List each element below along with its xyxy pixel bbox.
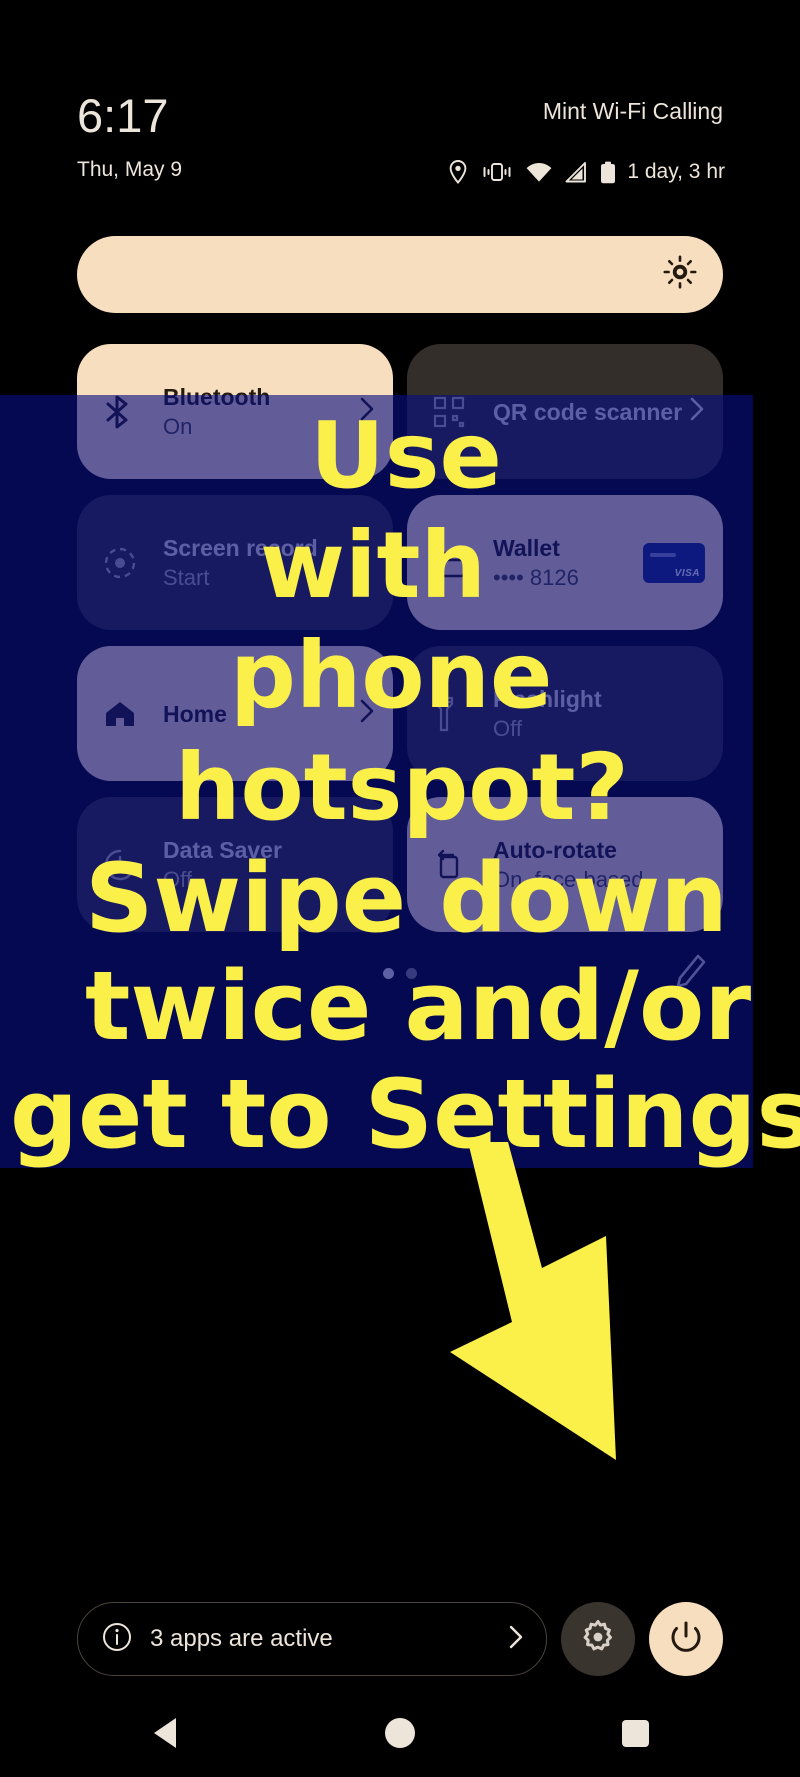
tile-auto-rotate[interactable]: Auto-rotate On, face-based: [407, 797, 723, 932]
tile-title: Data Saver: [163, 836, 282, 863]
tile-bluetooth[interactable]: Bluetooth On: [77, 344, 393, 479]
chevron-right-icon[interactable]: [359, 396, 375, 427]
cell-signal-icon: [565, 161, 587, 183]
page-dot-1[interactable]: [383, 968, 394, 979]
wallet-icon: [433, 548, 477, 578]
chevron-right-icon[interactable]: [359, 698, 375, 729]
brightness-slider[interactable]: [77, 236, 723, 313]
home-circle-icon: [384, 1718, 415, 1748]
tile-subtitle: On, face-based: [493, 866, 644, 892]
phone-quick-settings-panel: 6:17 Thu, May 9 Mint Wi-Fi Calling 1 day…: [47, 0, 753, 1777]
tile-subtitle: On: [163, 413, 193, 439]
power-icon: [669, 1620, 703, 1659]
system-navigation-bar: [47, 1700, 753, 1766]
tile-qr-code-scanner[interactable]: QR code scanner: [407, 344, 723, 479]
nav-home-button[interactable]: [340, 1703, 460, 1763]
tile-title: Flashlight: [493, 685, 602, 712]
tile-title: Screen record: [163, 534, 318, 561]
tile-home[interactable]: Home: [77, 646, 393, 781]
status-date: Thu, May 9: [77, 158, 183, 181]
back-triangle-icon: [153, 1718, 176, 1748]
bluetooth-icon: [103, 393, 147, 431]
tile-data-saver[interactable]: Data Saver Off: [77, 797, 393, 932]
tile-flashlight[interactable]: Flashlight Off: [407, 646, 723, 781]
nav-back-button[interactable]: [105, 1703, 225, 1763]
data-saver-icon: [103, 848, 147, 882]
battery-time-remaining: 1 day, 3 hr: [627, 160, 725, 183]
screen-record-icon: [103, 546, 147, 580]
status-bar: 6:17 Thu, May 9 Mint Wi-Fi Calling 1 day…: [47, 88, 753, 218]
battery-icon: [600, 161, 616, 184]
tile-title: Wallet: [493, 534, 560, 561]
brightness-auto-icon[interactable]: [663, 255, 697, 294]
carrier-label: Mint Wi-Fi Calling: [542, 98, 723, 124]
status-clock: 6:17: [77, 89, 169, 142]
tile-wallet[interactable]: Wallet •••• 8126 VISA: [407, 495, 723, 630]
recents-square-icon: [621, 1719, 649, 1747]
tile-title: Home: [163, 700, 227, 727]
tile-screen-record[interactable]: Screen record Start: [77, 495, 393, 630]
tile-subtitle: •••• 8126: [493, 564, 579, 590]
tile-title: QR code scanner: [493, 398, 683, 425]
auto-rotate-icon: [433, 849, 477, 881]
chevron-right-icon[interactable]: [508, 1624, 524, 1655]
page-indicator[interactable]: [47, 968, 753, 979]
screenshot-root: 6:17 Thu, May 9 Mint Wi-Fi Calling 1 day…: [0, 0, 800, 1777]
settings-button[interactable]: [561, 1602, 635, 1676]
quick-settings-footer: 3 apps are active: [77, 1602, 723, 1676]
pencil-icon[interactable]: [673, 952, 709, 997]
wifi-icon: [526, 162, 552, 183]
power-button[interactable]: [649, 1602, 723, 1676]
status-icon-group: 1 day, 3 hr: [448, 160, 725, 184]
info-icon: [102, 1622, 132, 1657]
page-dot-2[interactable]: [406, 968, 417, 979]
vibrate-icon: [481, 161, 513, 183]
tile-subtitle: Start: [163, 564, 210, 590]
active-apps-label: 3 apps are active: [150, 1625, 333, 1652]
tile-title: Auto-rotate: [493, 836, 617, 863]
tile-subtitle: Off: [163, 866, 192, 892]
home-icon: [103, 699, 147, 729]
visa-card-thumbnail: VISA: [643, 542, 705, 583]
active-apps-pill[interactable]: 3 apps are active: [77, 1602, 547, 1676]
tile-title: Bluetooth: [163, 383, 271, 410]
qr-code-icon: [433, 396, 477, 428]
flashlight-icon: [433, 696, 477, 732]
chevron-right-icon[interactable]: [689, 396, 705, 427]
nav-recents-button[interactable]: [575, 1703, 695, 1763]
tile-subtitle: Off: [493, 715, 522, 741]
gear-icon: [580, 1619, 616, 1660]
location-icon: [448, 160, 468, 184]
quick-settings-tile-grid: Bluetooth On QR code scanner Screen reco…: [77, 344, 723, 932]
